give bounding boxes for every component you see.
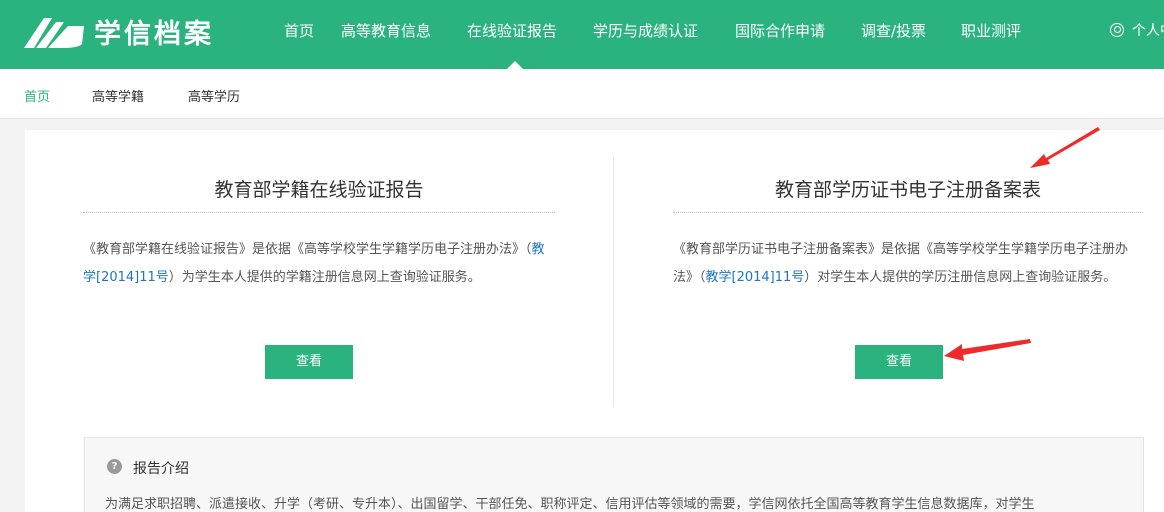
view-student-status-report-button[interactable]: 查看 (265, 345, 353, 379)
desc-text: ）为学生本人提供的学籍注册信息网上查询验证服务。 (168, 270, 481, 285)
nav-item-higher-education-info[interactable]: 高等教育信息 (341, 20, 431, 41)
question-icon: ? (107, 459, 122, 474)
column-divider (613, 157, 614, 407)
subnav-item-student-status[interactable]: 高等学籍 (92, 86, 144, 105)
user-icon (1110, 23, 1124, 37)
logo-text: 学信档案 (94, 19, 214, 50)
subnav-item-home[interactable]: 首页 (24, 86, 50, 105)
sub-navigation-bar: 首页 高等学籍 高等学历 (0, 69, 1164, 119)
desc-text: 《教育部学籍在线验证报告》是依据《高等学校学生学籍学历电子注册办法》（ (83, 242, 532, 257)
nav-item-career-assessment[interactable]: 职业测评 (961, 20, 1021, 41)
site-logo[interactable]: 学信档案 (22, 12, 214, 51)
user-center-label: 个人中心 (1132, 23, 1164, 39)
degree-certificate-registration-description: 《教育部学历证书电子注册备案表》是依据《高等学校学生学籍学历电子注册办法》（教学… (673, 236, 1143, 292)
student-status-report-title: 教育部学籍在线验证报告 (214, 179, 424, 201)
report-introduction-text: 为满足求职招聘、派遣接收、升学（考研、专升本）、出国留学、干部任免、职称评定、信… (105, 497, 1035, 512)
top-navigation-bar: 学信档案 首页 高等教育信息 在线验证报告 学历与成绩认证 国际合作申请 调查/… (0, 0, 1164, 69)
title-divider (673, 212, 1143, 213)
nav-item-degree-transcript-certification[interactable]: 学历与成绩认证 (593, 20, 698, 41)
degree-certificate-registration-title: 教育部学历证书电子注册备案表 (774, 179, 1041, 201)
active-nav-indicator (507, 61, 523, 69)
nav-item-international-cooperation[interactable]: 国际合作申请 (735, 20, 825, 41)
student-status-report-description: 《教育部学籍在线验证报告》是依据《高等学校学生学籍学历电子注册办法》（教学[20… (83, 236, 555, 292)
subnav-item-degree[interactable]: 高等学历 (188, 86, 240, 105)
view-degree-certificate-button[interactable]: 查看 (855, 345, 943, 379)
nav-item-online-verification-report[interactable]: 在线验证报告 (467, 20, 557, 41)
desc-text: ）对学生本人提供的学历注册信息网上查询验证服务。 (804, 270, 1117, 285)
nav-item-survey-vote[interactable]: 调查/投票 (861, 20, 926, 41)
book-logo-icon (24, 17, 84, 48)
nav-item-home[interactable]: 首页 (284, 20, 314, 41)
regulation-link[interactable]: 教学[2014]11号 (706, 270, 805, 285)
report-introduction-title: 报告介绍 (133, 461, 189, 477)
title-divider (83, 212, 555, 213)
report-introduction: ? 报告介绍 为满足求职招聘、派遣接收、升学（考研、专升本）、出国留学、干部任免… (84, 437, 1144, 512)
user-center-link[interactable]: 个人中心 (1110, 20, 1164, 40)
